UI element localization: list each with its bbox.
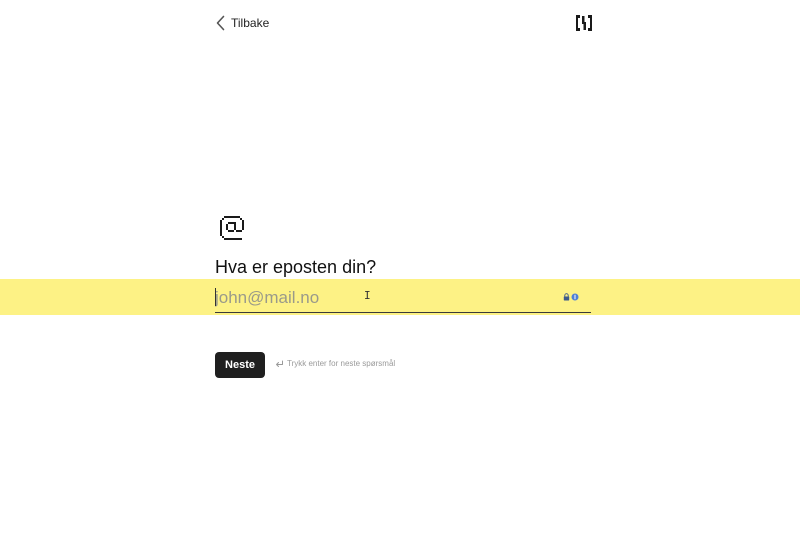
- text-caret: [215, 288, 216, 306]
- question-title: Hva er eposten din?: [215, 257, 377, 277]
- chevron-left-icon: [216, 15, 225, 31]
- brand-logo-icon: [575, 14, 593, 32]
- email-input[interactable]: [215, 283, 591, 313]
- at-sign-icon: [218, 214, 246, 242]
- page: Tilbake Hva er eposten din? john@mail.no…: [0, 0, 800, 560]
- enter-hint-text: Trykk enter for neste spørsmål: [287, 359, 396, 368]
- enter-key-icon: [275, 360, 284, 368]
- password-manager-icon[interactable]: [563, 292, 579, 302]
- text-cursor-icon: I: [364, 289, 371, 302]
- back-link[interactable]: Tilbake: [216, 14, 269, 32]
- enter-hint: Trykk enter for neste spørsmål: [275, 359, 395, 368]
- next-button[interactable]: Neste: [215, 352, 265, 378]
- back-label: Tilbake: [231, 16, 270, 30]
